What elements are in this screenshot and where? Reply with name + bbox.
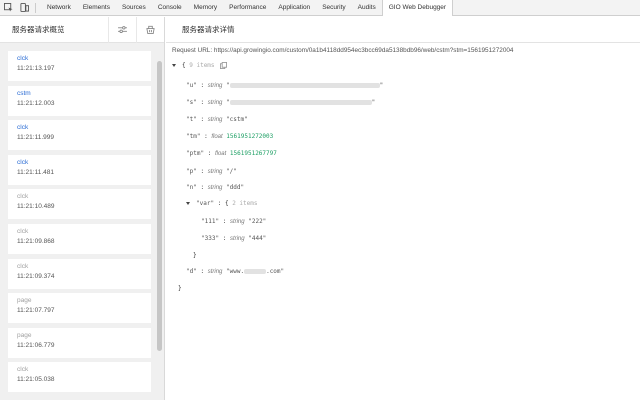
list-item[interactable]: clck 11:21:11.999 xyxy=(8,120,151,151)
redacted-value xyxy=(229,100,372,105)
json-root-row[interactable]: { 9 items xyxy=(172,61,228,70)
request-type: page xyxy=(17,331,32,339)
request-url: Request URL: https://api.growingio.com/c… xyxy=(172,47,514,54)
filter-button[interactable] xyxy=(108,16,136,43)
toolbar-divider xyxy=(35,2,36,13)
tab-audits[interactable]: Audits xyxy=(352,0,382,16)
json-row-tm: "tm" : float 1561951272003 xyxy=(186,133,274,140)
sidebar-scrollbar[interactable] xyxy=(157,61,162,351)
request-type: cstm xyxy=(17,89,31,97)
detail-header: 服务器请求详情 xyxy=(166,17,640,43)
item-count: 2 items xyxy=(232,200,258,207)
json-row-s: "s" : string " " xyxy=(186,99,376,106)
list-item[interactable]: clck 11:21:11.481 xyxy=(8,154,151,185)
list-item[interactable]: clck 11:21:10.489 xyxy=(8,189,151,220)
detail-title: 服务器请求详情 xyxy=(182,25,235,34)
json-row-var-111: "111" : string "222" xyxy=(201,218,267,225)
request-type: clck xyxy=(17,262,29,270)
redacted-value xyxy=(229,83,380,88)
request-time: 11:21:10.489 xyxy=(17,203,55,211)
request-type: clck xyxy=(17,193,29,201)
request-detail-panel: 服务器请求详情 Request URL: https://api.growing… xyxy=(166,17,640,400)
request-time: 11:21:11.999 xyxy=(17,134,54,142)
list-item[interactable]: clck 11:21:09.868 xyxy=(8,223,151,254)
inspect-element-icon[interactable] xyxy=(0,0,16,16)
list-item[interactable]: page 11:21:06.779 xyxy=(8,327,151,358)
redacted-value xyxy=(244,269,267,274)
clear-icon xyxy=(146,25,155,34)
tab-elements[interactable]: Elements xyxy=(77,0,116,16)
filter-icon xyxy=(118,25,127,33)
request-time: 11:21:06.779 xyxy=(17,341,55,349)
list-item[interactable]: cstm 11:21:12.003 xyxy=(8,85,151,116)
collapse-caret-icon[interactable] xyxy=(186,202,190,205)
request-type: clck xyxy=(17,158,29,166)
tab-gio-web-debugger[interactable]: GIO Web Debugger xyxy=(381,0,454,16)
request-time: 11:21:11.481 xyxy=(17,168,54,176)
tab-sources[interactable]: Sources xyxy=(116,0,152,16)
request-time: 11:21:05.038 xyxy=(17,376,55,384)
clear-button[interactable] xyxy=(136,16,164,43)
tab-performance[interactable]: Performance xyxy=(223,0,272,16)
tab-application[interactable]: Application xyxy=(272,0,316,16)
json-row-d: "d" : string "www. .com" xyxy=(186,268,285,275)
request-list: clck 11:21:13.197 cstm 11:21:12.003 clck 11… xyxy=(8,51,151,397)
devtools-tabbar: Network Elements Sources Console Memory … xyxy=(0,0,640,16)
device-toolbar-icon[interactable] xyxy=(16,0,32,16)
sidebar-title: 服务器请求概览 xyxy=(12,25,65,34)
request-type: page xyxy=(17,297,32,305)
list-item[interactable]: clck 11:21:05.038 xyxy=(8,362,151,393)
request-time: 11:21:09.374 xyxy=(17,272,55,280)
request-time: 11:21:07.797 xyxy=(17,307,55,315)
tab-memory[interactable]: Memory xyxy=(188,0,223,16)
request-time: 11:21:12.003 xyxy=(17,99,55,107)
request-type: clck xyxy=(17,124,29,132)
json-row-var-333: "333" : string "444" xyxy=(201,235,267,242)
request-time: 11:21:13.197 xyxy=(17,65,55,72)
request-time: 11:21:09.868 xyxy=(17,237,55,245)
request-type: clck xyxy=(17,227,29,235)
json-row-n: "n" : string "ddd" xyxy=(186,184,245,191)
json-root-close: } xyxy=(178,285,182,292)
json-row-t: "t" : string "cstm" xyxy=(186,116,248,123)
tab-security[interactable]: Security xyxy=(316,0,351,16)
item-count: 9 items xyxy=(189,62,215,69)
json-var-close: } xyxy=(193,252,197,259)
copy-icon[interactable] xyxy=(220,62,228,69)
request-overview-panel: 服务器请求概览 clck 11:21:13.197 cstm 11:21:12.00… xyxy=(0,16,165,400)
request-type: clck xyxy=(17,366,29,374)
tab-console[interactable]: Console xyxy=(152,0,188,16)
sidebar-header: 服务器请求概览 xyxy=(0,16,164,43)
request-type: clck xyxy=(17,55,29,62)
json-row-p: "p" : string "/" xyxy=(186,168,237,175)
list-item[interactable]: clck 11:21:09.374 xyxy=(8,258,151,289)
tab-network[interactable]: Network xyxy=(41,0,77,16)
list-item[interactable]: page 11:21:07.797 xyxy=(8,293,151,324)
collapse-caret-icon[interactable] xyxy=(172,64,176,67)
json-row-u: "u" : string " " xyxy=(186,82,384,89)
list-item[interactable]: clck 11:21:13.197 xyxy=(8,51,151,81)
json-row-var[interactable]: "var" : { 2 items xyxy=(186,199,257,208)
json-row-ptm: "ptm" : float 1561951267797 xyxy=(186,150,277,157)
